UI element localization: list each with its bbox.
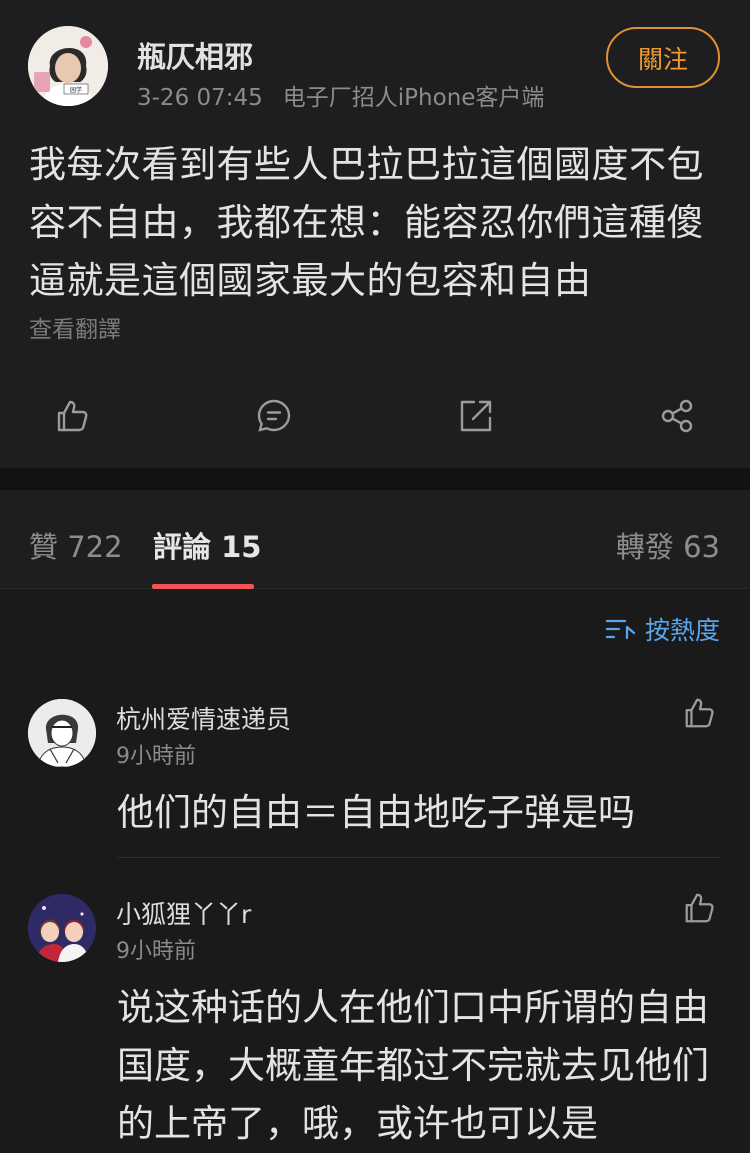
active-tab-indicator: [152, 584, 254, 589]
section-divider: [0, 468, 750, 490]
comment-avatar-image: [28, 894, 96, 962]
sort-button[interactable]: 按熱度: [605, 611, 720, 647]
tab-bar: 贊 722 評論 15 轉發 63: [0, 490, 750, 589]
comment-text: 说这种话的人在他们口中所谓的自由国度，大概童年都过不完就去见他们的上帝了，哦，或…: [117, 986, 709, 1145]
share-button[interactable]: [658, 396, 698, 436]
post-source[interactable]: 电子厂招人iPhone客户端: [283, 85, 545, 111]
comment-author-name[interactable]: 小狐狸丫丫r: [116, 895, 251, 931]
comment-separator: [117, 857, 720, 858]
post-meta: 3-26 07:45 电子厂招人iPhone客户端: [137, 78, 544, 112]
author-name[interactable]: 瓶仄相邪: [137, 34, 253, 76]
comment-time: 9小時前: [116, 939, 196, 964]
follow-button[interactable]: 關注: [606, 27, 720, 88]
comment-button[interactable]: [254, 396, 294, 436]
comment-author-name[interactable]: 杭州爱情速递员: [116, 700, 291, 736]
sort-label: 按熱度: [644, 616, 720, 645]
tab-comments[interactable]: 評論 15: [153, 524, 261, 566]
comment-avatar-image: [28, 699, 96, 767]
post-body-text: 我每次看到有些人巴拉巴拉這個國度不包容不自由，我都在想：能容忍你們這種傻逼就是這…: [29, 143, 704, 302]
comment-time: 9小時前: [116, 744, 196, 769]
thumbs-up-icon: [685, 893, 714, 923]
thumbs-up-icon: [685, 698, 714, 728]
sort-lines-icon: [605, 619, 636, 640]
repost-button[interactable]: [456, 396, 496, 436]
tab-likes[interactable]: 贊 722: [29, 524, 123, 566]
like-button[interactable]: [52, 396, 92, 436]
comment-bubble-icon: [257, 399, 291, 432]
tab-reposts[interactable]: 轉發 63: [616, 524, 720, 566]
comment-like-button[interactable]: [682, 891, 716, 925]
thumbs-up-icon: [57, 400, 88, 432]
post-card: 园学 瓶仄相邪 3-26 07:45 电子厂招人iPhone客户端 關注 我每次看…: [0, 0, 750, 468]
share-nodes-icon: [661, 399, 693, 433]
author-avatar[interactable]: 园学: [28, 26, 108, 106]
comment-avatar[interactable]: [28, 894, 96, 962]
comment-avatar[interactable]: [28, 699, 96, 767]
repost-arrow-icon: [460, 400, 492, 432]
avatar-caption-text: 园学: [70, 86, 82, 94]
comment-text: 他们的自由＝自由地吃子弹是吗: [117, 791, 635, 834]
translate-link[interactable]: 查看翻譯: [29, 310, 121, 344]
comment-like-button[interactable]: [682, 696, 716, 730]
author-avatar-image: 园学: [28, 26, 108, 106]
post-time: 3-26 07:45: [137, 85, 263, 111]
